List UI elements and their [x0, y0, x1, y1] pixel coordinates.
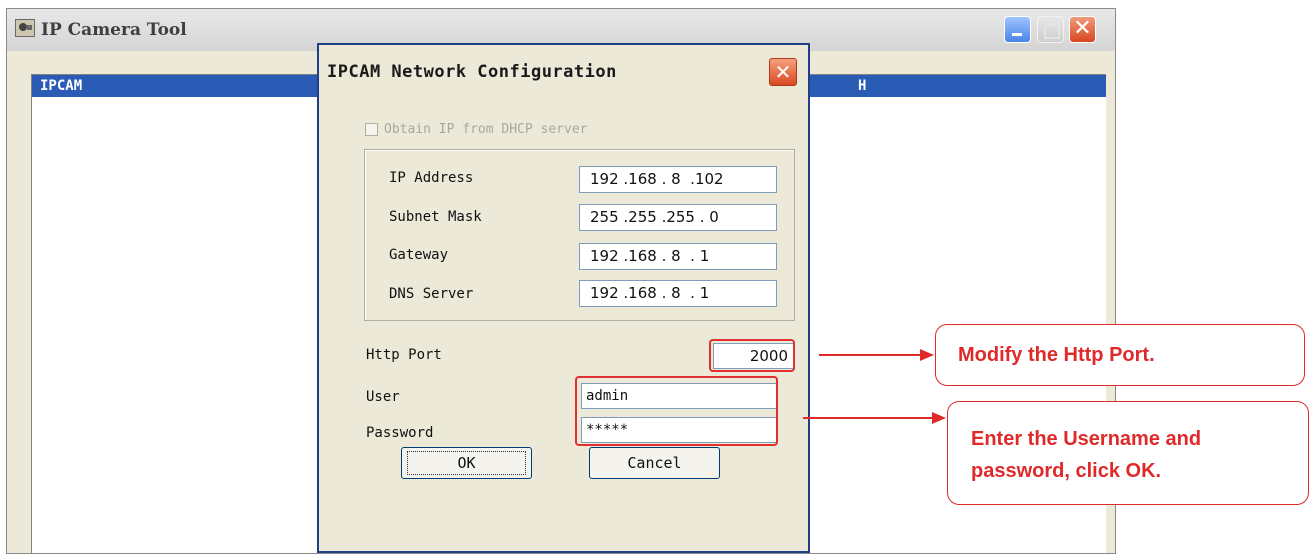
login-callout: Enter the Username and password, click O… [947, 401, 1309, 505]
port-arrow-head [920, 349, 934, 361]
http-port-callout-text: Modify the Http Port. [958, 344, 1155, 366]
http-port-callout: Modify the Http Port. [935, 324, 1305, 386]
login-callout-line2: password, click OK. [971, 460, 1162, 482]
login-callout-line1: Enter the Username and [971, 428, 1202, 450]
login-arrow-head [932, 412, 946, 424]
